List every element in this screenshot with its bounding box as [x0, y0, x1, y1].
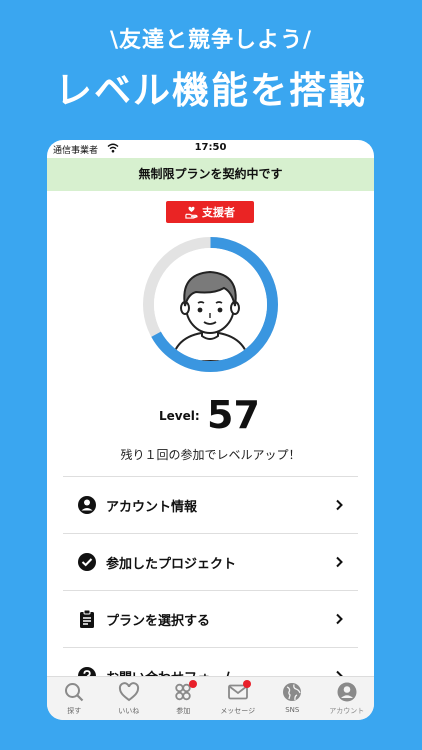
chevron-right-icon — [336, 556, 343, 568]
tab-search[interactable]: 探す — [47, 677, 102, 720]
plan-banner: 無制限プランを契約中です — [47, 158, 374, 191]
menu-item-label: プランを選択する — [106, 613, 211, 629]
level-row: Level: 57 — [47, 392, 374, 438]
globe-icon — [283, 683, 302, 701]
level-value: 57 — [207, 393, 260, 437]
phone-screen: 通信事業者 17:50 無制限プランを契約中です 支援者 Level: 57 残… — [47, 140, 374, 720]
tab-messages[interactable]: メッセージ — [211, 677, 266, 720]
notification-dot — [243, 680, 252, 688]
user-avatar-illustration — [170, 270, 251, 361]
check-circle-icon — [78, 553, 96, 571]
tab-label: メッセージ — [220, 707, 256, 715]
notification-dot — [188, 680, 197, 688]
account-circle-icon — [78, 496, 96, 514]
supporter-badge: 支援者 — [166, 201, 254, 223]
tab-label: いいね — [118, 707, 140, 715]
user-avatar — [154, 248, 267, 361]
clipboard-icon — [80, 609, 94, 628]
account-menu: アカウント情報 参加したプロジェクト プランを選択する — [63, 476, 358, 704]
chevron-right-icon — [336, 613, 343, 625]
chevron-right-icon — [336, 499, 343, 511]
menu-item-label: アカウント情報 — [106, 499, 198, 515]
tab-join[interactable]: 参加 — [156, 677, 211, 720]
search-icon — [65, 683, 84, 702]
account-icon — [337, 682, 357, 702]
tab-label: アカウント — [329, 707, 365, 715]
tab-account[interactable]: アカウント — [320, 677, 375, 720]
level-label: Level: — [159, 409, 200, 423]
tab-sns[interactable]: SNS — [265, 677, 320, 720]
promo-main-headline: レベル機能を搭載 — [55, 69, 367, 112]
tab-label: SNS — [285, 706, 300, 714]
menu-item-account-info[interactable]: アカウント情報 — [63, 476, 358, 533]
tab-likes[interactable]: いいね — [102, 677, 157, 720]
status-time: 17:50 — [194, 142, 227, 153]
heart-icon — [118, 682, 139, 702]
promo-sub-headline: \友達と競争しよう/ — [109, 28, 313, 53]
status-bar: 通信事業者 17:50 — [47, 140, 374, 158]
menu-item-joined-projects[interactable]: 参加したプロジェクト — [63, 533, 358, 590]
level-up-hint: 残り１回の参加でレベルアップ！ — [120, 448, 301, 462]
tab-label: 探す — [67, 707, 82, 715]
hand-heart-icon — [185, 206, 198, 219]
tab-label: 参加 — [176, 707, 191, 715]
menu-item-label: 参加したプロジェクト — [106, 556, 237, 572]
menu-item-select-plan[interactable]: プランを選択する — [63, 590, 358, 647]
supporter-badge-label: 支援者 — [202, 206, 235, 219]
bottom-tab-bar: 探す いいね 参加 メッセージ SNS アカウント — [47, 676, 374, 720]
